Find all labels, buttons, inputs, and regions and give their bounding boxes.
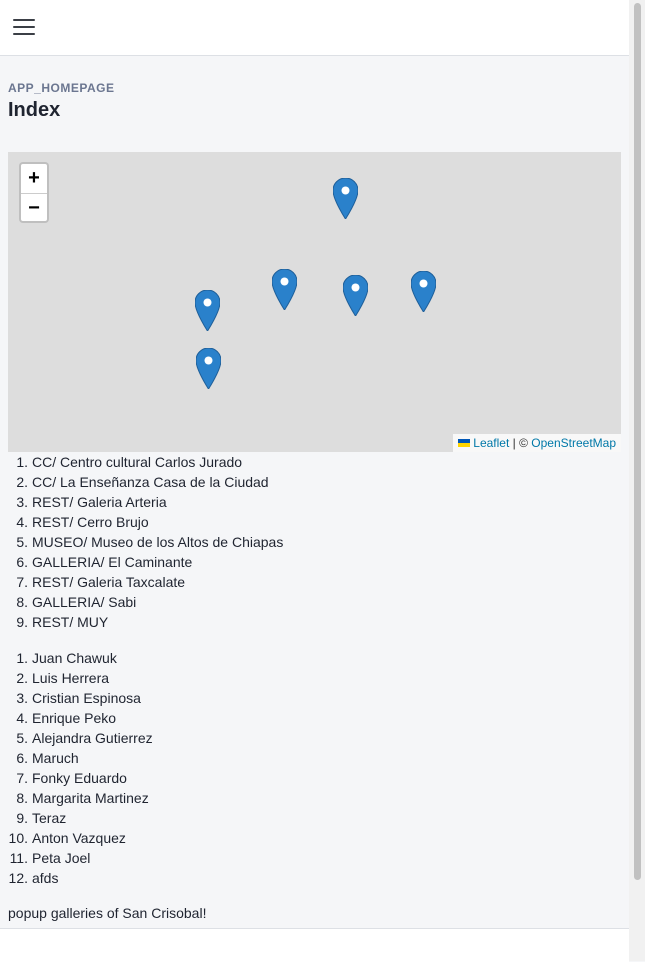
list-item-number: 7.	[16, 574, 28, 590]
zoom-control: + −	[19, 162, 49, 223]
list-item-number: 6.	[16, 554, 28, 570]
list-item-number: 5.	[16, 534, 28, 550]
map-marker-icon[interactable]	[332, 177, 359, 220]
list-item-number: 2.	[16, 670, 28, 686]
map-attribution: Leaflet | © OpenStreetMap	[453, 434, 621, 452]
map-marker-icon[interactable]	[342, 274, 369, 317]
list-item-label: REST/ Galeria Taxcalate	[32, 574, 186, 590]
list-item-label: REST/ Cerro Brujo	[32, 514, 149, 530]
list-item-number: 4.	[16, 710, 28, 726]
list-item-label: CC/ La Enseñanza Casa de la Ciudad	[32, 474, 269, 490]
list-item-label: CC/ Centro cultural Carlos Jurado	[32, 454, 243, 470]
page-eyebrow: APP_HOMEPAGE	[8, 81, 115, 95]
list-item-number: 1.	[16, 454, 28, 470]
list-item-number: 10.	[8, 830, 28, 846]
list-item-number: 4.	[16, 514, 28, 530]
list-item-label: REST/ Galeria Arteria	[32, 494, 167, 510]
page-title: Index	[8, 99, 61, 121]
list-item-label: Teraz	[32, 810, 67, 826]
page-footer-bar	[0, 928, 629, 962]
map-marker-icon[interactable]	[410, 270, 437, 313]
list-item-label: Anton Vazquez	[32, 830, 126, 846]
list-item-label: afds	[32, 870, 59, 886]
footer-text: popup galleries of San Crisobal!	[8, 905, 207, 921]
top-navbar	[0, 0, 629, 56]
list-item-number: 9.	[16, 810, 28, 826]
list-item-label: Alejandra Gutierrez	[32, 730, 153, 746]
list-item-label: GALLERIA/ El Caminante	[32, 554, 193, 570]
list-item-label: GALLERIA/ Sabi	[32, 594, 137, 610]
list-item-number: 12.	[8, 870, 28, 886]
list-item-number: 9.	[16, 614, 28, 630]
list-item-number: 2.	[16, 474, 28, 490]
list-item-label: Peta Joel	[32, 850, 91, 866]
openstreetmap-link[interactable]: OpenStreetMap	[531, 436, 616, 450]
scrollbar-thumb[interactable]	[634, 3, 641, 880]
map-marker-icon[interactable]	[194, 289, 221, 332]
zoom-in-button[interactable]: +	[21, 164, 47, 194]
hamburger-menu-icon[interactable]	[13, 18, 35, 36]
list-item-label: REST/ MUY	[32, 614, 109, 630]
list-item-number: 6.	[16, 750, 28, 766]
list-item-number: 1.	[16, 650, 28, 666]
map-marker-icon[interactable]	[271, 268, 298, 311]
list-item-number: 11.	[9, 850, 28, 866]
list-item-label: Fonky Eduardo	[32, 770, 127, 786]
list-item-label: Enrique Peko	[32, 710, 117, 726]
list-item-label: Luis Herrera	[32, 670, 110, 686]
ukraine-flag-icon	[458, 439, 471, 447]
attribution-separator: | ©	[509, 436, 532, 450]
list-item-number: 3.	[16, 690, 28, 706]
leaflet-link[interactable]: Leaflet	[473, 436, 509, 450]
list-item-label: Juan Chawuk	[32, 650, 117, 666]
list-item-number: 7.	[16, 770, 28, 786]
zoom-out-button[interactable]: −	[21, 194, 47, 223]
list-item-number: 8.	[16, 790, 28, 806]
list-item-label: MUSEO/ Museo de los Altos de Chiapas	[32, 534, 284, 550]
list-item-label: Maruch	[32, 750, 79, 766]
list-item-number: 5.	[16, 730, 28, 746]
list-item-label: Margarita Martinez	[32, 790, 149, 806]
map-marker-icon[interactable]	[195, 347, 222, 390]
list-item-number: 3.	[16, 494, 28, 510]
list-item-number: 8.	[16, 594, 28, 610]
list-item-label: Cristian Espinosa	[32, 690, 141, 706]
map-view[interactable]: + − Leaflet | © OpenStreetMap	[8, 152, 621, 452]
